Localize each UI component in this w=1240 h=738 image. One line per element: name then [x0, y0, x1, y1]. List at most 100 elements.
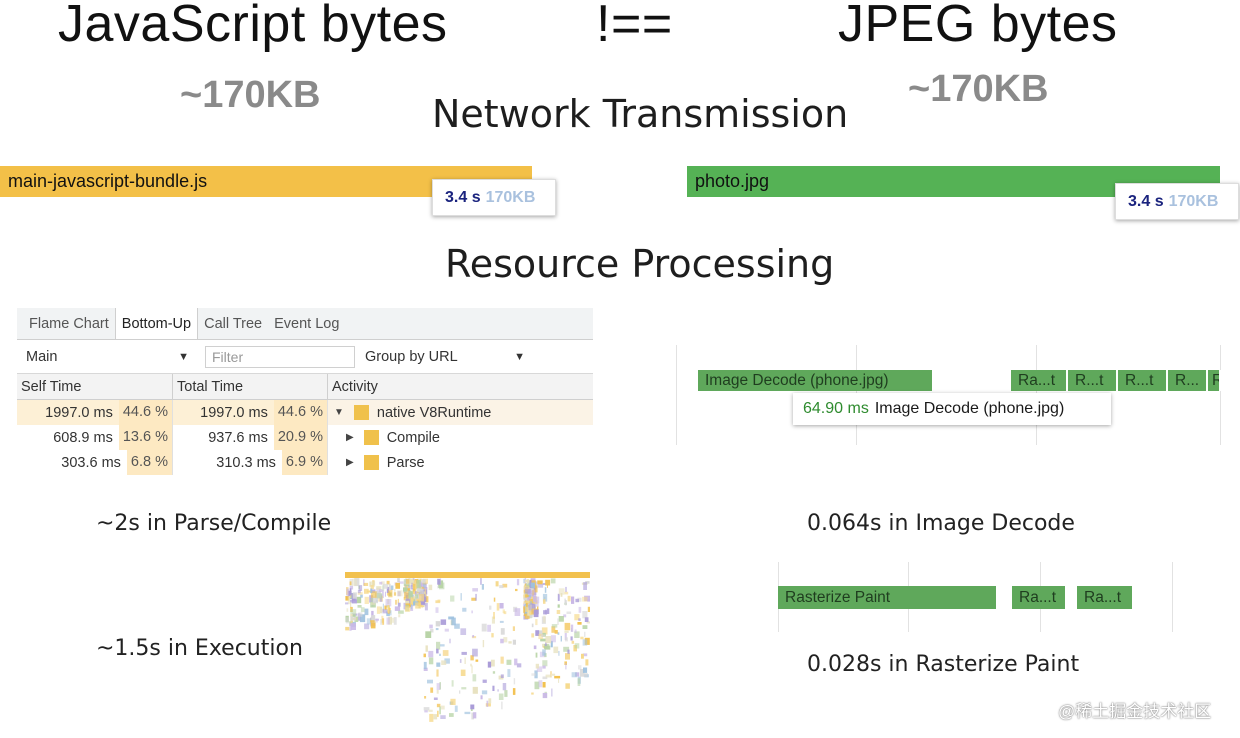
tab-bottom-up[interactable]: Bottom-Up	[114, 308, 199, 339]
execution-caption: ~1.5s in Execution	[96, 636, 303, 661]
self-time-percent: 13.6 %	[118, 425, 172, 450]
table-row[interactable]: 608.9 ms 13.6 % 937.6 ms 20.9 % ▶ Compil…	[17, 425, 593, 450]
flame-frame	[524, 583, 526, 586]
flame-frame	[433, 714, 438, 720]
trace-gridline	[676, 345, 677, 445]
flame-frame	[398, 610, 404, 614]
rasterize-bar[interactable]: R...t	[1068, 370, 1118, 391]
flame-frame	[557, 593, 560, 601]
filter-input[interactable]: Filter	[205, 345, 355, 368]
activity-name: native V8Runtime	[376, 404, 492, 421]
rasterize-bar[interactable]: R	[1208, 370, 1221, 391]
rasterize-bar[interactable]: R...	[1168, 370, 1208, 391]
flame-frame	[557, 618, 559, 625]
activity-name: Compile	[386, 429, 440, 446]
flame-frame	[535, 663, 539, 669]
flame-frame	[451, 617, 456, 626]
flame-frame	[531, 633, 535, 638]
flame-frame	[528, 582, 530, 586]
flame-frame	[532, 604, 536, 609]
activity-column-header[interactable]: Activity	[328, 374, 593, 399]
collapsed-triangle-icon[interactable]: ▶	[346, 432, 354, 443]
total-time-ms: 1997.0 ms	[200, 404, 268, 421]
flame-frame	[376, 593, 383, 599]
tab-call-tree[interactable]: Call Tree	[198, 308, 268, 339]
flame-frame	[544, 644, 550, 649]
flame-frame	[552, 673, 556, 676]
table-row[interactable]: 1997.0 ms 44.6 % 1997.0 ms 44.6 % ▼ nati…	[17, 400, 593, 425]
image-decode-tooltip-label: Image Decode (phone.jpg)	[874, 400, 1065, 417]
flame-frame	[587, 606, 590, 612]
flame-frame	[435, 628, 439, 631]
flame-frame	[564, 630, 569, 633]
flame-frame	[583, 667, 588, 673]
flame-top-band	[345, 572, 590, 578]
flame-frame	[531, 692, 534, 695]
self-time-column-header[interactable]: Self Time	[17, 374, 173, 399]
flame-frame	[565, 683, 570, 689]
flame-frame	[542, 583, 546, 585]
flame-frame	[500, 656, 504, 664]
rasterize-paint-bar[interactable]: Ra...t	[1077, 586, 1134, 609]
self-time-ms: 303.6 ms	[61, 454, 121, 471]
processing-section-title: Resource Processing	[445, 242, 835, 286]
self-time-cell: 303.6 ms 6.8 %	[17, 450, 173, 475]
flame-frame	[437, 599, 441, 602]
flame-frame	[523, 578, 525, 584]
flame-frame	[500, 638, 504, 644]
flame-frame	[545, 636, 552, 644]
flame-frame	[370, 588, 373, 594]
tab-event-log[interactable]: Event Log	[268, 308, 345, 339]
flame-frame	[500, 674, 504, 678]
total-time-column-header[interactable]: Total Time	[173, 374, 328, 399]
flame-frame	[423, 661, 427, 670]
flame-frame	[542, 660, 548, 667]
flame-frame	[436, 690, 439, 694]
flame-frame	[587, 599, 590, 602]
category-color-swatch	[363, 455, 379, 470]
flame-frame	[460, 593, 462, 601]
table-row[interactable]: 303.6 ms 6.8 % 310.3 ms 6.9 % ▶ Parse	[17, 450, 593, 475]
flame-frame	[382, 618, 385, 625]
flame-frame	[475, 659, 479, 662]
flame-frame	[389, 610, 392, 616]
flame-frame	[410, 604, 413, 610]
flame-frame	[584, 631, 586, 637]
tab-flame-chart[interactable]: Flame Chart	[17, 308, 115, 339]
flame-frame	[537, 583, 544, 588]
flame-frame	[393, 592, 397, 596]
flame-frame	[585, 659, 589, 666]
rasterize-bar[interactable]: R...t	[1118, 370, 1168, 391]
flame-frame	[345, 617, 349, 624]
flame-frame	[435, 621, 441, 627]
image-decode-bar[interactable]: Image Decode (phone.jpg)	[698, 370, 934, 391]
flame-frame	[582, 625, 588, 629]
parse-compile-caption: ~2s in Parse/Compile	[96, 511, 332, 536]
flame-frame	[550, 635, 556, 643]
flame-frame	[582, 639, 588, 646]
thread-select[interactable]: Main ▼	[17, 349, 193, 365]
trace-gridline	[1220, 345, 1221, 445]
flame-frame	[531, 623, 534, 628]
flame-frame	[415, 594, 419, 599]
rasterize-paint-bar[interactable]: Ra...t	[1012, 586, 1067, 609]
flame-frame	[533, 609, 539, 618]
activity-cell: ▶ Parse	[328, 450, 593, 475]
expanded-triangle-icon[interactable]: ▼	[334, 407, 344, 418]
flame-frame	[584, 617, 589, 622]
collapsed-triangle-icon[interactable]: ▶	[346, 457, 354, 468]
flame-frame	[423, 583, 426, 588]
rasterize-paint-bar[interactable]: Rasterize Paint	[778, 586, 998, 609]
flame-frame	[542, 682, 546, 688]
flame-frame	[583, 673, 588, 677]
flame-frame	[415, 602, 421, 609]
flame-frame	[578, 618, 581, 621]
flame-frame	[531, 673, 536, 676]
flame-frame	[428, 657, 434, 665]
group-by-select[interactable]: Group by URL ▼	[365, 349, 525, 365]
trace-gridline	[1172, 562, 1173, 632]
total-time-cell: 310.3 ms 6.9 %	[173, 450, 328, 475]
rasterize-bar[interactable]: Ra...t	[1011, 370, 1068, 391]
flame-frame	[512, 626, 515, 631]
flame-frame	[507, 669, 511, 677]
